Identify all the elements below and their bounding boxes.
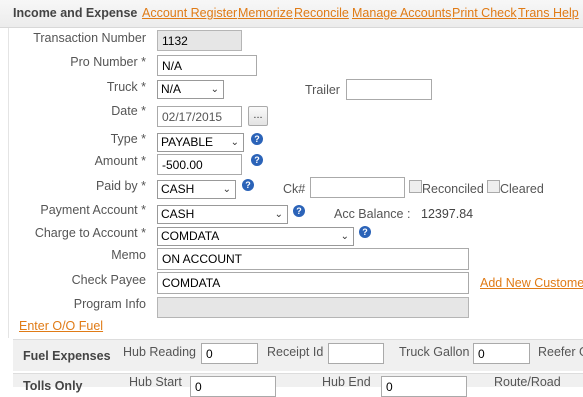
check-payee-input[interactable]: COMDATA: [157, 272, 469, 294]
payment-account-select[interactable]: CASH ⌄: [157, 205, 288, 224]
chevron-down-icon: ⌄: [274, 209, 283, 220]
date-input[interactable]: 02/17/2015: [157, 106, 242, 127]
charge-to-account-label: Charge to Account *: [34, 226, 146, 240]
memo-input[interactable]: ON ACCOUNT: [157, 248, 469, 270]
memo-label: Memo: [111, 248, 146, 262]
help-circle-icon[interactable]: ?: [293, 205, 305, 217]
amount-label: Amount *: [94, 154, 146, 168]
payment-account-label: Payment Account *: [40, 203, 146, 217]
reefer-gallon-label: Reefer G: [538, 345, 583, 359]
help-circle-icon[interactable]: ?: [251, 133, 263, 145]
paid-by-label: Paid by *: [95, 179, 146, 193]
type-select[interactable]: PAYABLE ⌄: [157, 133, 244, 152]
amount-input[interactable]: -500.00: [157, 154, 242, 175]
cleared-label: Cleared: [500, 182, 544, 196]
truck-select-value: N/A: [161, 82, 182, 96]
memorize-link[interactable]: Memorize: [238, 6, 293, 20]
date-picker-button[interactable]: ...: [248, 106, 268, 126]
program-info-field: [157, 297, 469, 318]
acc-balance-value: 12397.84: [421, 207, 474, 221]
enter-oo-fuel-link[interactable]: Enter O/O Fuel: [19, 319, 103, 333]
hub-reading-label: Hub Reading: [123, 345, 196, 359]
acc-balance-label: Acc Balance :: [334, 207, 411, 221]
hub-reading-input[interactable]: 0: [201, 343, 258, 364]
type-select-value: PAYABLE: [161, 135, 214, 149]
print-check-link[interactable]: Print Check: [452, 6, 517, 20]
transaction-number-label: Transaction Number: [33, 31, 146, 45]
tolls-only-title: Tolls Only: [23, 379, 83, 393]
program-info-label: Program Info: [73, 297, 146, 311]
trans-help-link[interactable]: Trans Help: [518, 6, 579, 20]
help-circle-icon[interactable]: ?: [251, 154, 263, 166]
charge-to-account-select[interactable]: COMDATA ⌄: [157, 227, 354, 246]
transaction-number-field: 1132: [157, 30, 242, 51]
chevron-down-icon: ⌄: [210, 84, 219, 95]
help-circle-icon[interactable]: ?: [359, 226, 371, 238]
paid-by-select-value: CASH: [161, 182, 195, 196]
help-circle-icon[interactable]: ?: [242, 179, 254, 191]
check-payee-label: Check Payee: [71, 273, 146, 287]
add-new-customer-link[interactable]: Add New Customer: [480, 276, 583, 290]
reconcile-link[interactable]: Reconcile: [294, 6, 349, 20]
ck-number-input[interactable]: [310, 177, 405, 198]
trailer-label: Trailer: [305, 83, 340, 97]
pro-number-label: Pro Number *: [70, 55, 146, 69]
fuel-expenses-title: Fuel Expenses: [23, 349, 111, 363]
type-label: Type *: [110, 132, 146, 146]
chevron-down-icon: ⌄: [222, 184, 231, 195]
payment-account-value: CASH: [161, 207, 195, 221]
receipt-id-input[interactable]: [328, 343, 384, 364]
chevron-down-icon: ⌄: [340, 231, 349, 242]
truck-label: Truck *: [106, 80, 146, 94]
account-register-link[interactable]: Account Register: [142, 6, 237, 20]
cleared-checkbox[interactable]: [487, 180, 500, 193]
trailer-input[interactable]: [346, 79, 432, 100]
date-label: Date *: [111, 104, 146, 118]
manage-accounts-link[interactable]: Manage Accounts: [352, 6, 451, 20]
receipt-id-label: Receipt Id: [267, 345, 324, 359]
paid-by-select[interactable]: CASH ⌄: [157, 180, 236, 199]
reconciled-label: Reconciled: [422, 182, 484, 196]
chevron-down-icon: ⌄: [230, 137, 239, 148]
page-title: Income and Expense: [13, 6, 138, 20]
truck-gallon-input[interactable]: 0: [473, 343, 530, 364]
reconciled-checkbox[interactable]: [409, 180, 422, 193]
pro-number-input[interactable]: N/A: [157, 55, 257, 76]
truck-select[interactable]: N/A ⌄: [157, 80, 224, 99]
charge-to-account-value: COMDATA: [161, 229, 220, 243]
ck-number-label: Ck#: [283, 182, 306, 196]
truck-gallon-label: Truck Gallon: [399, 345, 470, 359]
